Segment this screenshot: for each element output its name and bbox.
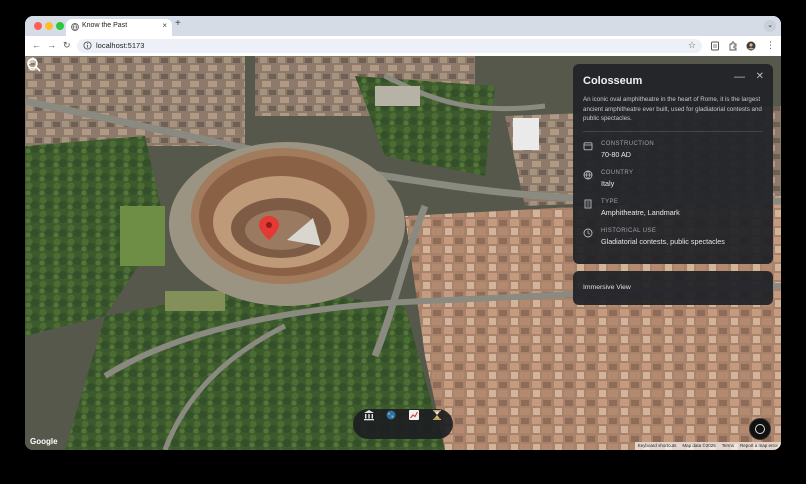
site-info-icon[interactable]: [83, 41, 92, 50]
historical-use-value: Gladiatorial contests, public spectacles: [601, 237, 725, 246]
bottom-toolbar: [353, 409, 453, 439]
map-attribution: Keyboard shortcuts Map data ©2025 Terms …: [634, 442, 781, 450]
museum-icon[interactable]: [363, 409, 375, 421]
historical-use-field: HISTORICAL USE Gladiatorial contests, pu…: [583, 228, 763, 252]
browser-menu-icon[interactable]: ⋮: [766, 40, 775, 51]
google-logo: Google: [30, 437, 58, 446]
construction-label: CONSTRUCTION: [601, 141, 655, 147]
globe-icon: [71, 23, 79, 31]
bookmark-star-icon[interactable]: ☆: [688, 40, 696, 51]
report-map-error-link[interactable]: Report a map error: [740, 442, 778, 450]
chart-icon[interactable]: [408, 409, 420, 421]
browser-toolbar: ← → ↻ localhost:5173 ☆ ⋮: [25, 36, 781, 56]
compass-button[interactable]: [749, 418, 771, 440]
building-icon: [584, 199, 592, 209]
minimize-panel-icon[interactable]: —: [734, 71, 745, 83]
place-info-panel: Colosseum — ✕ An iconic oval amphitheatr…: [573, 64, 773, 264]
country-label: COUNTRY: [601, 170, 634, 176]
place-title: Colosseum: [583, 75, 643, 87]
country-value: Italy: [601, 179, 615, 188]
immersive-view-button[interactable]: Immersive View: [573, 271, 773, 305]
maximize-window-button[interactable]: [56, 22, 64, 30]
close-panel-icon[interactable]: ✕: [756, 71, 764, 82]
type-label: TYPE: [601, 199, 619, 205]
place-description: An iconic oval amphitheatre in the heart…: [583, 96, 762, 122]
satellite-map[interactable]: Colosseum — ✕ An iconic oval amphitheatr…: [25, 56, 781, 450]
globe-icon: [583, 170, 593, 180]
panel-divider: [583, 131, 763, 132]
back-arrow-icon[interactable]: ←: [32, 40, 41, 50]
tab-search-button[interactable]: ⌄: [764, 20, 776, 32]
reading-mode-icon[interactable]: [710, 41, 720, 51]
tab-know-the-past[interactable]: Know the Past ×: [66, 19, 172, 36]
terms-link[interactable]: Terms: [722, 442, 734, 450]
minimize-window-button[interactable]: [45, 22, 53, 30]
forward-arrow-icon[interactable]: →: [47, 40, 56, 50]
calendar-icon: [583, 142, 593, 151]
hand-drag-icon[interactable]: [25, 56, 41, 72]
close-window-button[interactable]: [34, 22, 42, 30]
compass-icon: [755, 424, 765, 434]
clock-icon: [583, 228, 593, 238]
construction-value: 70-80 AD: [601, 150, 631, 159]
tab-close-icon[interactable]: ×: [162, 21, 167, 30]
tab-title: Know the Past: [82, 22, 128, 29]
address-bar[interactable]: localhost:5173 ☆: [77, 39, 702, 53]
hourglass-icon[interactable]: [431, 409, 443, 421]
type-field: TYPE Amphitheatre, Landmark: [583, 199, 763, 223]
globe-icon[interactable]: [385, 409, 397, 421]
reload-icon[interactable]: ↻: [63, 40, 71, 51]
browser-window: Know the Past × + ⌄ ← → ↻ localhost:5173…: [25, 16, 781, 450]
profile-avatar-icon[interactable]: [746, 41, 756, 51]
url-text[interactable]: localhost:5173: [96, 41, 144, 50]
construction-field: CONSTRUCTION 70-80 AD: [583, 141, 763, 165]
tab-strip: Know the Past × + ⌄: [25, 16, 781, 36]
keyboard-shortcuts-link[interactable]: Keyboard shortcuts: [638, 442, 677, 450]
new-tab-button[interactable]: +: [175, 18, 181, 29]
type-value: Amphitheatre, Landmark: [601, 208, 680, 217]
extensions-icon[interactable]: [728, 41, 738, 51]
map-data-label: Map data ©2025: [682, 443, 716, 448]
historical-use-label: HISTORICAL USE: [601, 228, 657, 234]
immersive-view-label: Immersive View: [583, 284, 631, 291]
country-field: COUNTRY Italy: [583, 170, 763, 194]
